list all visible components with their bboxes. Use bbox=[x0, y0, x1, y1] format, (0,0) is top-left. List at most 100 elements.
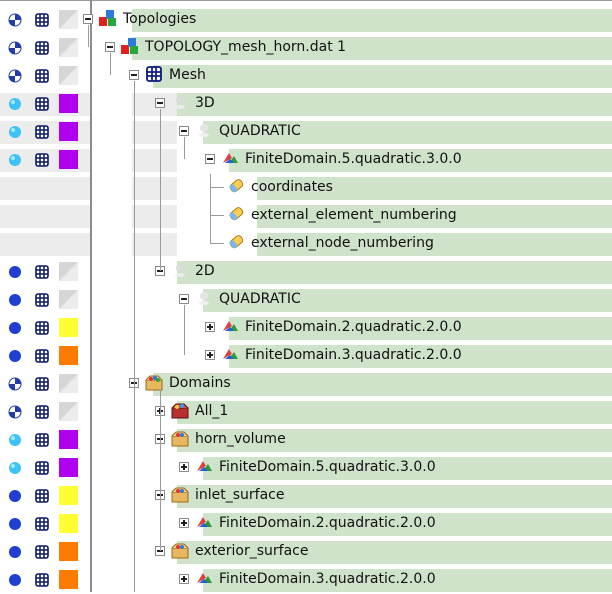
collapse-toggle[interactable] bbox=[83, 14, 93, 24]
expand-toggle[interactable] bbox=[205, 350, 215, 360]
mesh-display-icon[interactable] bbox=[35, 265, 49, 279]
tree-node-label[interactable]: inlet_surface bbox=[195, 485, 285, 505]
tree-node-label[interactable]: 3D bbox=[195, 93, 215, 113]
tree-row[interactable]: FiniteDomain.3.quadratic.2.0.0 bbox=[0, 566, 612, 594]
yellow-swatch[interactable] bbox=[59, 486, 78, 505]
mesh-display-icon[interactable] bbox=[35, 97, 49, 111]
tree-node-label[interactable]: FiniteDomain.3.quadratic.2.0.0 bbox=[245, 345, 462, 365]
visibility-light-icon[interactable] bbox=[8, 153, 22, 167]
mesh-display-icon[interactable] bbox=[35, 573, 49, 587]
mesh-display-icon[interactable] bbox=[35, 461, 49, 475]
mesh-display-icon[interactable] bbox=[35, 69, 49, 83]
tree-row[interactable]: QUADRATIC bbox=[0, 118, 612, 146]
tree-node-label[interactable]: horn_volume bbox=[195, 429, 286, 449]
expand-toggle[interactable] bbox=[179, 518, 189, 528]
tree-row[interactable]: coordinates bbox=[0, 174, 612, 202]
tree-node-label[interactable]: coordinates bbox=[251, 177, 333, 197]
tree-row[interactable]: exterior_surface bbox=[0, 538, 612, 566]
gray-swatch[interactable] bbox=[59, 290, 78, 309]
mesh-display-icon[interactable] bbox=[35, 517, 49, 531]
mesh-display-icon[interactable] bbox=[35, 545, 49, 559]
tree-row[interactable]: TOPOLOGY_mesh_horn.dat 1 bbox=[0, 34, 612, 62]
purple-swatch[interactable] bbox=[59, 122, 78, 141]
orange-swatch[interactable] bbox=[59, 570, 78, 589]
gray-swatch[interactable] bbox=[59, 10, 78, 29]
visibility-solid-icon[interactable] bbox=[8, 545, 22, 559]
collapse-toggle[interactable] bbox=[129, 70, 139, 80]
tree-node-label[interactable]: FiniteDomain.2.quadratic.2.0.0 bbox=[245, 317, 462, 337]
visibility-light-icon[interactable] bbox=[8, 433, 22, 447]
tree-node-label[interactable]: All_1 bbox=[195, 401, 228, 421]
mesh-display-icon[interactable] bbox=[35, 433, 49, 447]
tree-row[interactable]: Domains bbox=[0, 370, 612, 398]
visibility-half-icon[interactable] bbox=[8, 13, 22, 27]
mesh-display-icon[interactable] bbox=[35, 13, 49, 27]
visibility-half-icon[interactable] bbox=[8, 69, 22, 83]
gray-swatch[interactable] bbox=[59, 402, 78, 421]
tree-node-label[interactable]: Topologies bbox=[123, 9, 196, 29]
purple-swatch[interactable] bbox=[59, 94, 78, 113]
tree-node-label[interactable]: TOPOLOGY_mesh_horn.dat 1 bbox=[145, 37, 346, 57]
tree-row[interactable]: external_node_numbering bbox=[0, 230, 612, 258]
tree-row[interactable]: FiniteDomain.5.quadratic.3.0.0 bbox=[0, 454, 612, 482]
tree-row[interactable]: horn_volume bbox=[0, 426, 612, 454]
tree-node-label[interactable]: 2D bbox=[195, 261, 215, 281]
visibility-solid-icon[interactable] bbox=[8, 489, 22, 503]
visibility-solid-icon[interactable] bbox=[8, 517, 22, 531]
tree-row[interactable]: Mesh bbox=[0, 62, 612, 90]
tree-node-label[interactable]: FiniteDomain.5.quadratic.3.0.0 bbox=[219, 457, 436, 477]
tree-row[interactable]: QUADRATIC bbox=[0, 286, 612, 314]
expand-toggle[interactable] bbox=[205, 322, 215, 332]
mesh-display-icon[interactable] bbox=[35, 293, 49, 307]
visibility-solid-icon[interactable] bbox=[8, 293, 22, 307]
mesh-display-icon[interactable] bbox=[35, 321, 49, 335]
tree-node-label[interactable]: FiniteDomain.3.quadratic.2.0.0 bbox=[219, 569, 436, 589]
visibility-solid-icon[interactable] bbox=[8, 349, 22, 363]
mesh-display-icon[interactable] bbox=[35, 377, 49, 391]
visibility-solid-icon[interactable] bbox=[8, 265, 22, 279]
tree-node-label[interactable]: FiniteDomain.5.quadratic.3.0.0 bbox=[245, 149, 462, 169]
visibility-light-icon[interactable] bbox=[8, 97, 22, 111]
tree-row[interactable]: 2D bbox=[0, 258, 612, 286]
visibility-half-icon[interactable] bbox=[8, 377, 22, 391]
mesh-display-icon[interactable] bbox=[35, 405, 49, 419]
gray-swatch[interactable] bbox=[59, 374, 78, 393]
visibility-light-icon[interactable] bbox=[8, 125, 22, 139]
mesh-display-icon[interactable] bbox=[35, 349, 49, 363]
collapse-toggle[interactable] bbox=[205, 154, 215, 164]
visibility-solid-icon[interactable] bbox=[8, 573, 22, 587]
tree-node-label[interactable]: external_node_numbering bbox=[251, 233, 434, 253]
visibility-solid-icon[interactable] bbox=[8, 321, 22, 335]
expand-toggle[interactable] bbox=[179, 462, 189, 472]
purple-swatch[interactable] bbox=[59, 430, 78, 449]
expand-toggle[interactable] bbox=[179, 574, 189, 584]
yellow-swatch[interactable] bbox=[59, 318, 78, 337]
gray-swatch[interactable] bbox=[59, 38, 78, 57]
gray-swatch[interactable] bbox=[59, 262, 78, 281]
tree-row[interactable]: FiniteDomain.2.quadratic.2.0.0 bbox=[0, 314, 612, 342]
visibility-half-icon[interactable] bbox=[8, 41, 22, 55]
tree-node-label[interactable]: QUADRATIC bbox=[219, 121, 301, 141]
tree-row[interactable]: All_1 bbox=[0, 398, 612, 426]
purple-swatch[interactable] bbox=[59, 458, 78, 477]
collapse-toggle[interactable] bbox=[155, 98, 165, 108]
tree-row[interactable]: inlet_surface bbox=[0, 482, 612, 510]
tree-node-label[interactable]: FiniteDomain.2.quadratic.2.0.0 bbox=[219, 513, 436, 533]
gray-swatch[interactable] bbox=[59, 66, 78, 85]
visibility-half-icon[interactable] bbox=[8, 405, 22, 419]
tree-row[interactable]: Topologies bbox=[0, 6, 612, 34]
tree-row[interactable]: external_element_numbering bbox=[0, 202, 612, 230]
tree-node-label[interactable]: QUADRATIC bbox=[219, 289, 301, 309]
tree-row[interactable]: FiniteDomain.3.quadratic.2.0.0 bbox=[0, 342, 612, 370]
tree-row[interactable]: FiniteDomain.5.quadratic.3.0.0 bbox=[0, 146, 612, 174]
mesh-display-icon[interactable] bbox=[35, 125, 49, 139]
collapse-toggle[interactable] bbox=[105, 42, 115, 52]
tree-node-label[interactable]: Domains bbox=[169, 373, 231, 393]
purple-swatch[interactable] bbox=[59, 150, 78, 169]
orange-swatch[interactable] bbox=[59, 346, 78, 365]
tree-node-label[interactable]: exterior_surface bbox=[195, 541, 308, 561]
collapse-toggle[interactable] bbox=[179, 126, 189, 136]
mesh-display-icon[interactable] bbox=[35, 489, 49, 503]
orange-swatch[interactable] bbox=[59, 542, 78, 561]
tree-row[interactable]: FiniteDomain.2.quadratic.2.0.0 bbox=[0, 510, 612, 538]
